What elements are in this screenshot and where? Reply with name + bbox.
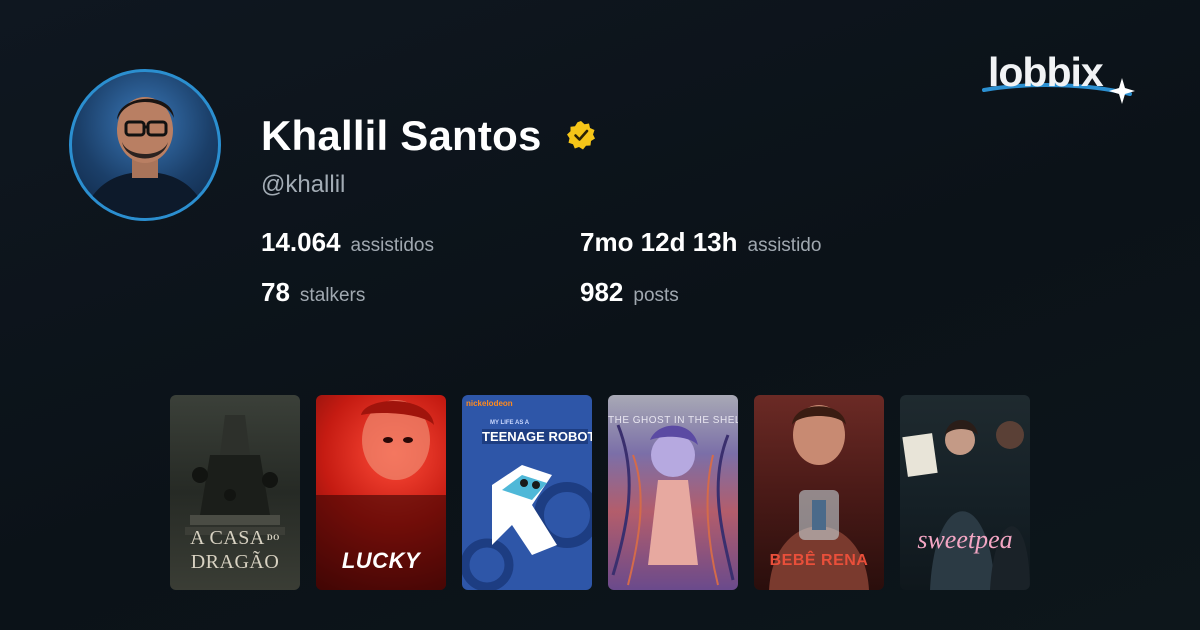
poster-title: A CASA DO DRAGÃO	[190, 527, 280, 573]
stat-value: 14.064	[261, 227, 341, 257]
stat-label: assistido	[747, 235, 822, 256]
poster-title: TEENAGE ROBOT	[482, 429, 592, 444]
stat-value: 982	[580, 277, 624, 307]
profile-avatar[interactable]	[69, 69, 221, 221]
poster-title: sweetpea	[917, 525, 1013, 554]
poster-title: BEBÊ RENA	[769, 552, 869, 569]
stat-label: stalkers	[299, 285, 366, 306]
network-label: nickelodeon	[466, 399, 513, 408]
stat-stalkers[interactable]: 78 stalkers	[261, 277, 365, 312]
poster-ghost-in-the-shell[interactable]: THE GHOST IN THE SHELL	[608, 395, 738, 590]
stat-posts[interactable]: 982 posts	[580, 277, 679, 312]
stat-value: 78	[261, 277, 290, 307]
logo-text: lobbix	[988, 49, 1104, 95]
verified-badge-icon	[566, 120, 596, 150]
poster-art	[902, 420, 1030, 590]
stat-value: 7mo 12d 13h	[580, 227, 738, 257]
lobbix-logo[interactable]: lobbix	[980, 48, 1140, 108]
stat-label: posts	[633, 285, 679, 306]
poster-a-casa-do-dragao[interactable]: A CASA DO DRAGÃO	[170, 395, 300, 590]
stat-watched-count: 14.064 assistidos	[261, 227, 434, 262]
poster-title: THE GHOST IN THE SHELL	[608, 415, 738, 426]
poster-lucky[interactable]: LUCKY	[316, 395, 446, 590]
stat-label: assistidos	[350, 235, 434, 256]
poster-title: LUCKY	[341, 548, 421, 573]
poster-sweetpea[interactable]: sweetpea	[900, 395, 1030, 590]
avatar-image	[82, 97, 208, 218]
poster-subtitle: MY LIFE AS A	[490, 420, 530, 426]
stat-watch-time: 7mo 12d 13h assistido	[580, 227, 821, 262]
poster-bebe-rena[interactable]: BEBÊ RENA	[754, 395, 884, 590]
profile-handle: @khallil	[261, 171, 346, 198]
profile-name: Khallil Santos	[261, 112, 542, 159]
poster-my-life-as-a-teenage-robot[interactable]: nickelodeon MY LIFE AS A TEENAGE ROBOT	[462, 395, 592, 590]
